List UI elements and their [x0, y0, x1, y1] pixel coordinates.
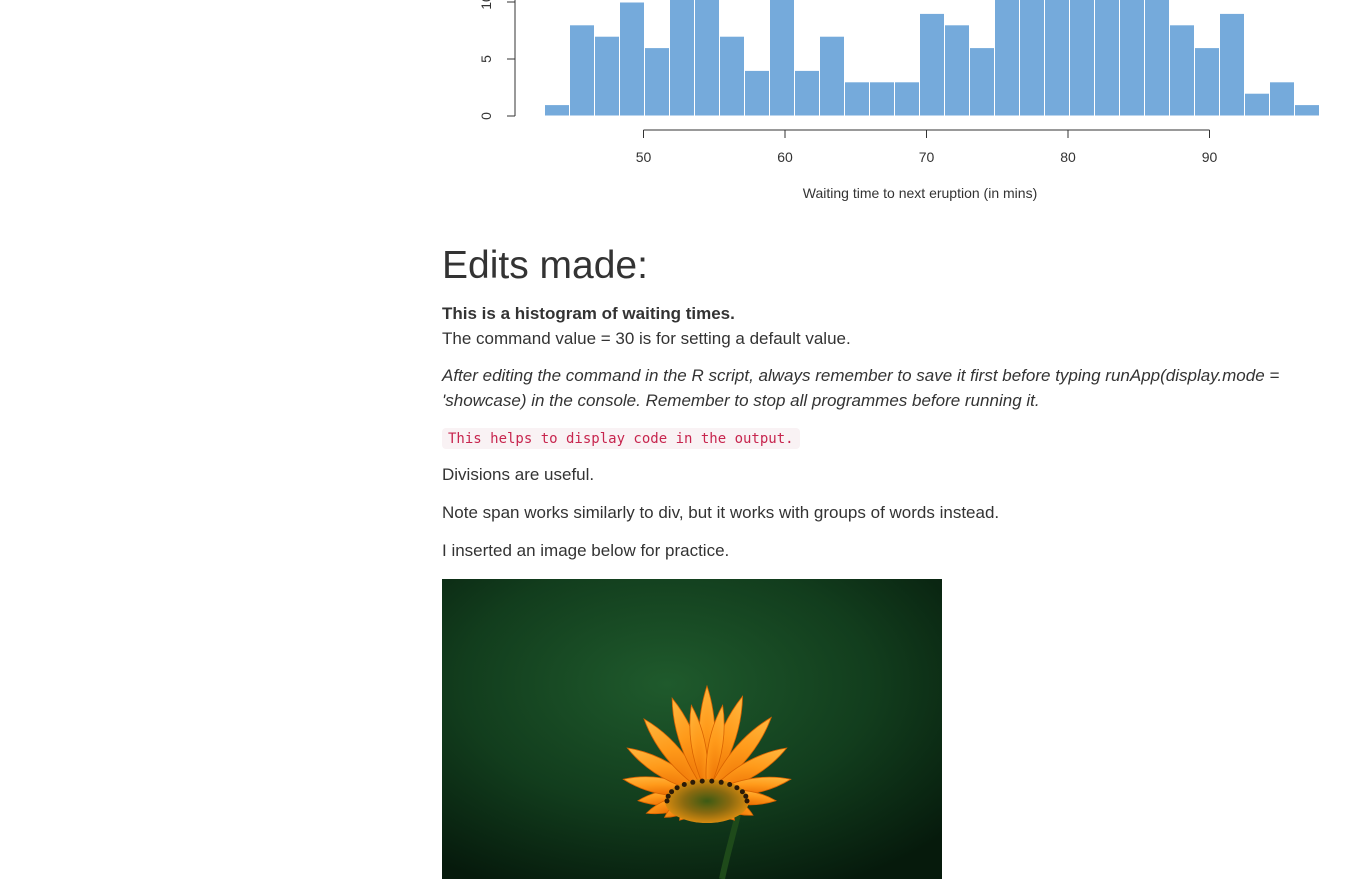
histogram-bar [1194, 47, 1220, 117]
histogram-bar [919, 12, 945, 117]
histogram-bars [544, 0, 1320, 117]
histogram-bar [1269, 81, 1295, 117]
histogram-bar [694, 0, 720, 117]
stamen-dot [669, 789, 675, 795]
x-tick-label: 90 [1202, 149, 1218, 165]
histogram-bar [644, 47, 670, 117]
histogram-bar [944, 24, 970, 117]
histogram-bar [619, 1, 645, 117]
histogram-bar [544, 104, 570, 117]
histogram-bar [569, 24, 595, 117]
histogram-bar [794, 69, 820, 117]
x-tick-label: 50 [636, 149, 652, 165]
y-tick-label: 0 [478, 112, 494, 120]
histogram-bar [1169, 24, 1195, 117]
histogram-bar [1069, 0, 1095, 117]
y-tick-label: 10 [478, 0, 494, 10]
command-note: The command value = 30 is for setting a … [442, 329, 851, 348]
stamen-dot [664, 798, 670, 804]
histogram-bar [1144, 0, 1170, 117]
span-note: Note span works similarly to div, but it… [442, 503, 1000, 522]
stamen-dot [744, 798, 750, 804]
flower-image [442, 579, 942, 879]
histogram-bar [969, 47, 995, 117]
stamen-dot [665, 793, 671, 799]
stamen-dot [734, 785, 740, 791]
histogram-bar [594, 35, 620, 117]
y-tick-label: 5 [478, 55, 494, 63]
stamen-dot [709, 778, 715, 784]
stamen-dot [718, 779, 724, 785]
x-tick-label: 80 [1060, 149, 1076, 165]
stamen-dot [743, 793, 749, 799]
histogram-bar [669, 0, 695, 117]
histogram-bar [819, 35, 845, 117]
stamen-dot [674, 785, 680, 791]
main-content: Edits made: This is a histogram of waiti… [442, 242, 1322, 879]
stamen-dot [681, 782, 687, 787]
histogram-bar [1244, 92, 1270, 117]
code-snippet: This helps to display code in the output… [442, 428, 800, 449]
histogram-bar [1044, 0, 1070, 117]
bold-statement: This is a histogram of waiting times. [442, 304, 735, 323]
histogram-plot: 0 5 10 50 60 70 80 90 Waiting time to next eru… [478, 0, 1320, 201]
stamen-dot [727, 782, 733, 787]
x-axis-label: Waiting time to next eruption (in mins) [803, 185, 1037, 201]
histogram-bar [719, 35, 745, 117]
x-tick-label: 70 [919, 149, 935, 165]
x-tick-label: 60 [777, 149, 793, 165]
histogram-bar [894, 81, 920, 117]
stamen-dot [739, 789, 745, 795]
histogram-bar [1294, 104, 1320, 117]
stamen-dot [699, 778, 705, 784]
histogram-bar [994, 0, 1020, 117]
histogram-bar [1219, 12, 1245, 117]
histogram-bar [744, 69, 770, 117]
divisions-note: Divisions are useful. [442, 465, 595, 484]
histogram-bar [1094, 0, 1120, 117]
histogram-bar [869, 81, 895, 117]
histogram-bar [844, 81, 870, 117]
histogram-bar [769, 0, 795, 117]
y-axis: 0 5 10 [478, 0, 516, 120]
stamen-dot [690, 779, 696, 785]
histogram-bar [1119, 0, 1145, 117]
image-note: I inserted an image below for practice. [442, 541, 730, 560]
italic-paragraph: After editing the command in the R scrip… [442, 366, 1280, 410]
code-block: This helps to display code in the output… [442, 427, 1322, 451]
histogram-bar [1019, 0, 1045, 117]
flower-photo-icon [442, 579, 942, 879]
page-title: Edits made: [442, 244, 648, 287]
x-axis: 50 60 70 80 90 [636, 129, 1218, 165]
